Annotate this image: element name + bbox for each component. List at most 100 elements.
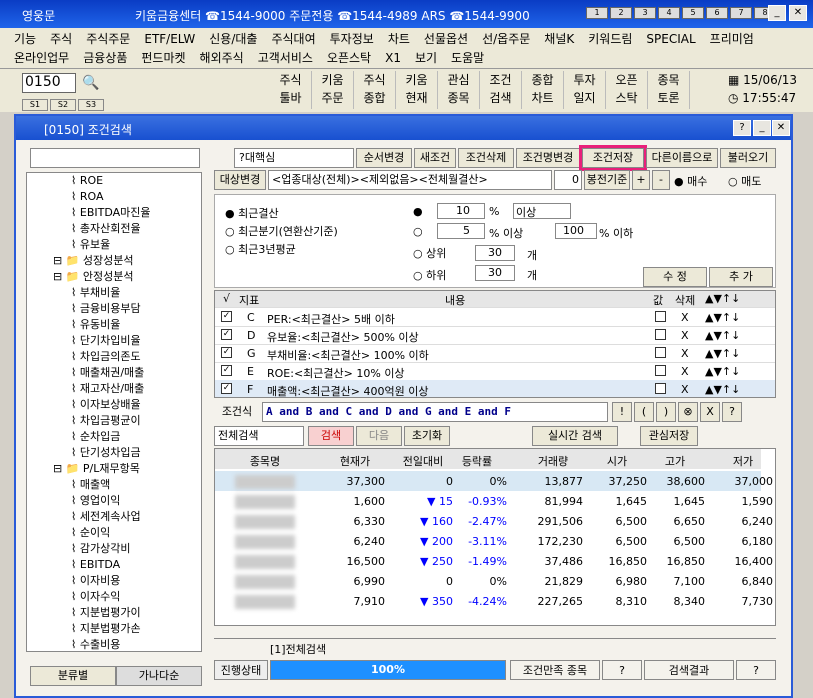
window-minimize-button[interactable]: _	[753, 120, 771, 136]
number-button-3[interactable]: 3	[634, 7, 656, 19]
tree-item[interactable]: ⌇ 세전계속사업	[27, 509, 151, 525]
basis-button[interactable]: 봉전기준	[584, 170, 630, 190]
tree-item[interactable]: ⌇ 차입금평균이	[27, 413, 151, 429]
condition-button-5[interactable]: 다른이름으로	[646, 148, 718, 168]
formula-button-2[interactable]: )	[656, 402, 676, 422]
row-arrows[interactable]: ▲▼↑↓	[705, 383, 740, 396]
reset-button[interactable]: 초기화	[404, 426, 450, 446]
tree-item[interactable]: ⊟ 📁 안정성분석	[27, 269, 151, 285]
bottom-input[interactable]: 30	[475, 265, 515, 281]
formula-button-0[interactable]: !	[612, 402, 632, 422]
search-button[interactable]: 검색	[308, 426, 354, 446]
menu-item-row2-1[interactable]: 금융상품	[83, 51, 127, 65]
window-help-button[interactable]: ?	[733, 120, 751, 136]
menu-item-row1-0[interactable]: 기능	[14, 32, 36, 46]
buy-radio[interactable]: ● 매수	[674, 173, 707, 189]
row-arrows[interactable]: ▲▼↑↓	[705, 329, 740, 342]
tree-item[interactable]: ⌇ 영업이익	[27, 493, 151, 509]
row-value-checkbox[interactable]	[655, 347, 666, 358]
toolbar-button-5[interactable]: 조건 검색	[480, 71, 522, 109]
basis-spinner[interactable]: 0	[554, 170, 582, 190]
toolbar-button-3[interactable]: 키움 현재	[396, 71, 438, 109]
search-mode-select[interactable]: 전체검색	[214, 426, 304, 446]
results-tab[interactable]: [1]전체검색	[270, 641, 326, 657]
toolbar-tab-s2[interactable]: S2	[50, 99, 76, 111]
formula-button-4[interactable]: X	[700, 402, 720, 422]
row-arrows[interactable]: ▲▼↑↓	[705, 311, 740, 324]
toolbar-button-9[interactable]: 종목 토론	[648, 71, 690, 109]
number-button-2[interactable]: 2	[610, 7, 632, 19]
row-delete[interactable]: X	[681, 329, 689, 342]
condition-button-1[interactable]: 새조건	[414, 148, 456, 168]
sell-radio[interactable]: ○ 매도	[728, 173, 761, 189]
tree-item[interactable]: ⌇ EBITDA마진율	[27, 205, 151, 221]
value-input-3[interactable]: 100	[555, 223, 597, 239]
row-checkbox[interactable]: ✓	[221, 311, 232, 322]
plus-button[interactable]: +	[632, 170, 650, 190]
screen-number-input[interactable]: 0150	[22, 73, 76, 93]
row-delete[interactable]: X	[681, 347, 689, 360]
toolbar-button-0[interactable]: 주식 툴바	[270, 71, 312, 109]
menu-item-row1-13[interactable]: 프리미엄	[710, 32, 754, 46]
menu-item-row1-5[interactable]: 주식대여	[271, 32, 315, 46]
condition-button-3[interactable]: 조건명변경	[516, 148, 580, 168]
window-close-button[interactable]: ✕	[772, 120, 790, 136]
save-favorite-button[interactable]: 관심저장	[640, 426, 698, 446]
row-value-checkbox[interactable]	[655, 365, 666, 376]
minus-button[interactable]: -	[652, 170, 670, 190]
menu-item-row2-4[interactable]: 고객서비스	[258, 51, 313, 65]
tree-item[interactable]: ⌇ 지분법평가이	[27, 605, 151, 621]
condition-name-input[interactable]: ?대핵심	[234, 148, 354, 168]
tree-item[interactable]: ⌇ 차입금의존도	[27, 349, 151, 365]
period-radio-1[interactable]: ● 최근결산	[225, 205, 279, 221]
formula-button-1[interactable]: (	[634, 402, 654, 422]
condition-row[interactable]: ✓ G 부채비율:<최근결산> 100% 이하 X ▲▼↑↓	[215, 344, 775, 363]
category-combo[interactable]	[30, 148, 200, 168]
toolbar-button-2[interactable]: 주식 종합	[354, 71, 396, 109]
row-checkbox[interactable]: ✓	[221, 329, 232, 340]
toolbar-button-6[interactable]: 종합 차트	[522, 71, 564, 109]
menu-item-row2-6[interactable]: X1	[385, 51, 401, 65]
tree-item[interactable]: ⌇ 순이익	[27, 525, 151, 541]
tree-item[interactable]: ⌇ 이자보상배율	[27, 397, 151, 413]
tree-item[interactable]: ⌇ 이자수익	[27, 589, 151, 605]
result-row[interactable]: 6,240 ▼ 200 -3.11% 172,230 6,500 6,500 6,180	[215, 531, 773, 551]
tree-item[interactable]: ⌇ 부채비율	[27, 285, 151, 301]
tree-item[interactable]: ⊟ 📁 성장성분석	[27, 253, 151, 269]
menu-item-row1-8[interactable]: 선물옵션	[424, 32, 468, 46]
menu-item-row1-7[interactable]: 차트	[388, 32, 410, 46]
tree-item[interactable]: ⌇ 매출채권/매출	[27, 365, 151, 381]
next-button[interactable]: 다음	[356, 426, 402, 446]
row-value-checkbox[interactable]	[655, 329, 666, 340]
menu-item-row2-8[interactable]: 도움말	[451, 51, 484, 65]
result-row[interactable]: 6,330 ▼ 160 -2.47% 291,506 6,500 6,650 6,240	[215, 511, 773, 531]
menu-item-row1-11[interactable]: 키워드림	[588, 32, 632, 46]
row-arrows[interactable]: ▲▼↑↓	[705, 365, 740, 378]
condition-button-0[interactable]: 순서변경	[356, 148, 412, 168]
target-change-button[interactable]: 대상변경	[214, 170, 266, 190]
result-row[interactable]: 6,990 0 0% 21,829 6,980 7,100 6,840	[215, 571, 773, 591]
menu-item-row2-7[interactable]: 보기	[415, 51, 437, 65]
tree-item[interactable]: ⌇ 총자산회전율	[27, 221, 151, 237]
tree-item[interactable]: ⌇ 유보율	[27, 237, 151, 253]
menu-item-row1-4[interactable]: 신용/대출	[209, 32, 257, 46]
value-radio-1[interactable]: ●	[413, 205, 423, 218]
result-row[interactable]: 7,910 ▼ 350 -4.24% 227,265 8,310 8,340 7,730	[215, 591, 773, 611]
number-button-6[interactable]: 6	[706, 7, 728, 19]
toolbar-tab-s1[interactable]: S1	[22, 99, 48, 111]
row-value-checkbox[interactable]	[655, 311, 666, 322]
row-checkbox[interactable]: ✓	[221, 383, 232, 394]
tree-item[interactable]: ⊟ 📁 P/L재무항목	[27, 461, 151, 477]
row-checkbox[interactable]: ✓	[221, 365, 232, 376]
period-radio-3[interactable]: ○ 최근3년평균	[225, 241, 296, 257]
toolbar-button-1[interactable]: 키움 주문	[312, 71, 354, 109]
menu-item-row1-2[interactable]: 주식주문	[86, 32, 130, 46]
value-radio-2[interactable]: ○	[413, 225, 423, 238]
tree-item[interactable]: ⌇ 지분법평가손	[27, 621, 151, 637]
minimize-button[interactable]: _	[768, 5, 786, 21]
toolbar-button-8[interactable]: 오픈 스탁	[606, 71, 648, 109]
condition-row[interactable]: ✓ D 유보율:<최근결산> 500% 이상 X ▲▼↑↓	[215, 326, 775, 345]
edit-button[interactable]: 수 정	[643, 267, 707, 287]
result-row[interactable]: 16,500 ▼ 250 -1.49% 37,486 16,850 16,850 16,40…	[215, 551, 773, 571]
menu-item-row1-1[interactable]: 주식	[50, 32, 72, 46]
